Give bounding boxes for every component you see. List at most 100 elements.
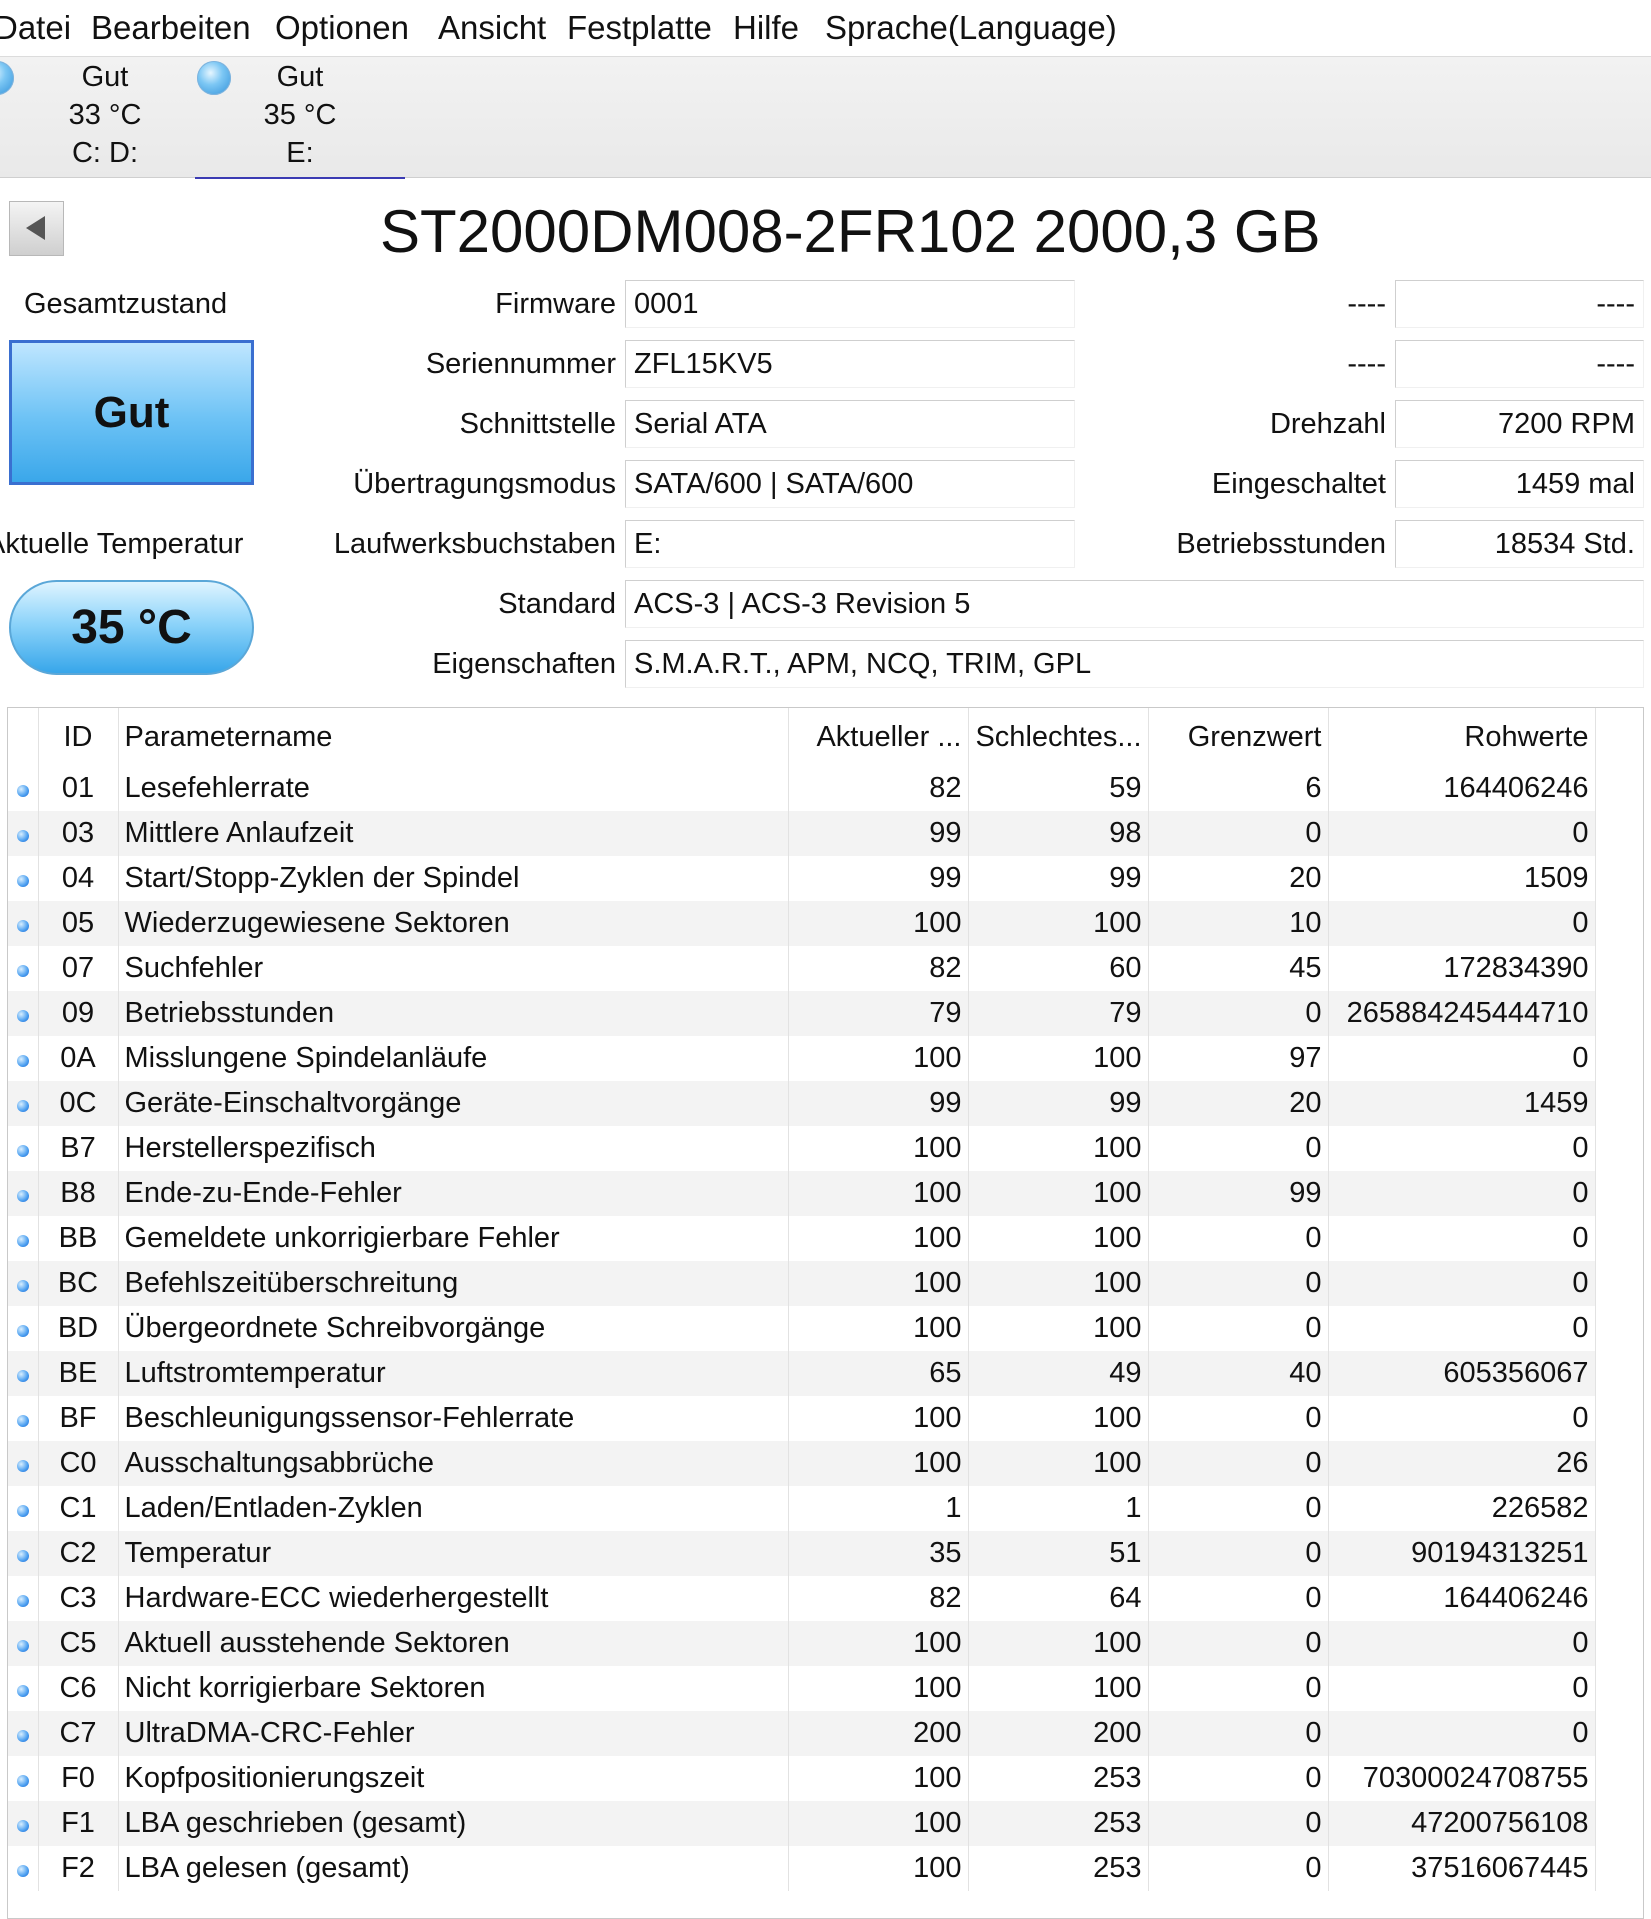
threshold-value: 0 <box>1148 1486 1329 1531</box>
menu-ansicht[interactable]: Ansicht <box>438 6 546 50</box>
attribute-id: B8 <box>38 1171 119 1216</box>
status-cell <box>8 1306 39 1351</box>
worst-value: 253 <box>968 1846 1149 1891</box>
threshold-value: 97 <box>1148 1036 1329 1081</box>
attribute-id: 07 <box>38 946 119 991</box>
table-row[interactable]: BE Luftstromtemperatur 65 49 40 605356067 <box>8 1351 1596 1396</box>
table-row[interactable]: C5 Aktuell ausstehende Sektoren 100 100 0 0 <box>8 1621 1596 1666</box>
current-value: 200 <box>788 1711 969 1756</box>
drive-letter-field: E: <box>625 520 1075 568</box>
column-header-status[interactable] <box>8 708 39 766</box>
table-row[interactable]: 09 Betriebsstunden 79 79 0 265884245444710 <box>8 991 1596 1036</box>
threshold-value: 99 <box>1148 1171 1329 1216</box>
menu-datei[interactable]: Datei <box>0 6 71 50</box>
table-row[interactable]: 07 Suchfehler 82 60 45 172834390 <box>8 946 1596 991</box>
status-cell <box>8 1216 39 1261</box>
raw-value: 164406246 <box>1328 1576 1596 1621</box>
table-row[interactable]: C3 Hardware-ECC wiederhergestellt 82 64 0 164… <box>8 1576 1596 1621</box>
worst-value: 100 <box>968 1441 1149 1486</box>
table-row[interactable]: BF Beschleunigungssensor-Fehlerrate 100 100… <box>8 1396 1596 1441</box>
serial-field: ZFL15KV5 <box>625 340 1075 388</box>
previous-disk-button[interactable] <box>9 201 64 256</box>
attribute-id: 04 <box>38 856 119 901</box>
menu-optionen[interactable]: Optionen <box>275 6 409 50</box>
table-row[interactable]: 05 Wiederzugewiesene Sektoren 100 100 10 0 <box>8 901 1596 946</box>
table-row[interactable]: BB Gemeldete unkorrigierbare Fehler 100 100… <box>8 1216 1596 1261</box>
column-header-worst[interactable]: Schlechtes... <box>968 708 1149 766</box>
rotation-label: Drehzahl <box>1269 408 1386 440</box>
current-value: 100 <box>788 1666 969 1711</box>
table-row[interactable]: F0 Kopfpositionierungszeit 100 253 0 70300024… <box>8 1756 1596 1801</box>
attribute-id: C1 <box>38 1486 119 1531</box>
temperature-status-button[interactable]: 35 °C <box>9 580 254 675</box>
table-row[interactable]: 03 Mittlere Anlaufzeit 99 98 0 0 <box>8 811 1596 856</box>
smart-attributes-table[interactable]: ID Parametername Aktueller ... Schlechte… <box>7 707 1644 1919</box>
menu-sprache[interactable]: Sprache(Language) <box>825 6 1117 50</box>
drive-tab-e[interactable]: Gut 35 °C E: <box>195 57 405 179</box>
firmware-label: Firmware <box>495 288 616 320</box>
table-row[interactable]: C0 Ausschaltungsabbrüche 100 100 0 26 <box>8 1441 1596 1486</box>
table-row[interactable]: 01 Lesefehlerrate 82 59 6 164406246 <box>8 766 1596 811</box>
current-value: 79 <box>788 991 969 1036</box>
status-dot-icon <box>16 1775 29 1787</box>
disk-title: ST2000DM008-2FR102 2000,3 GB <box>380 198 1321 265</box>
table-row[interactable]: F2 LBA gelesen (gesamt) 100 253 0 37516067445 <box>8 1846 1596 1891</box>
status-dot-icon <box>16 1325 29 1337</box>
attribute-id: BD <box>38 1306 119 1351</box>
worst-value: 100 <box>968 1036 1149 1081</box>
raw-value: 0 <box>1328 1126 1596 1171</box>
threshold-value: 0 <box>1148 1306 1329 1351</box>
column-header-id[interactable]: ID <box>38 708 119 766</box>
current-value: 35 <box>788 1531 969 1576</box>
table-row[interactable]: B7 Herstellerspezifisch 100 100 0 0 <box>8 1126 1596 1171</box>
status-dot-icon <box>16 1460 29 1472</box>
standard-field: ACS-3 | ACS-3 Revision 5 <box>625 580 1644 628</box>
table-row[interactable]: 04 Start/Stopp-Zyklen der Spindel 99 99 20 15… <box>8 856 1596 901</box>
threshold-value: 0 <box>1148 1666 1329 1711</box>
table-row[interactable]: C2 Temperatur 35 51 0 90194313251 <box>8 1531 1596 1576</box>
drive-status: Gut <box>81 61 129 93</box>
current-value: 82 <box>788 1576 969 1621</box>
menu-festplatte[interactable]: Festplatte <box>567 6 712 50</box>
raw-value: 0 <box>1328 1171 1596 1216</box>
health-status-button[interactable]: Gut <box>9 340 254 485</box>
raw-value: 0 <box>1328 811 1596 856</box>
attribute-name: UltraDMA-CRC-Fehler <box>118 1711 789 1756</box>
table-row[interactable]: BC Befehlszeitüberschreitung 100 100 0 0 <box>8 1261 1596 1306</box>
status-cell <box>8 1396 39 1441</box>
table-row[interactable]: 0C Geräte-Einschaltvorgänge 99 99 20 1459 <box>8 1081 1596 1126</box>
column-header-name[interactable]: Parametername <box>118 708 789 766</box>
worst-value: 100 <box>968 1126 1149 1171</box>
attribute-name: Herstellerspezifisch <box>118 1126 789 1171</box>
drive-letters: C: D: <box>71 137 139 169</box>
table-row[interactable]: C7 UltraDMA-CRC-Fehler 200 200 0 0 <box>8 1711 1596 1756</box>
table-row[interactable]: F1 LBA geschrieben (gesamt) 100 253 0 4720075… <box>8 1801 1596 1846</box>
table-row[interactable]: BD Übergeordnete Schreibvorgänge 100 100 0 0 <box>8 1306 1596 1351</box>
table-row[interactable]: 0A Misslungene Spindelanläufe 100 100 97 0 <box>8 1036 1596 1081</box>
column-header-raw[interactable]: Rohwerte <box>1328 708 1596 766</box>
menu-hilfe[interactable]: Hilfe <box>733 6 799 50</box>
threshold-value: 20 <box>1148 1081 1329 1126</box>
worst-value: 200 <box>968 1711 1149 1756</box>
table-row[interactable]: C1 Laden/Entladen-Zyklen 1 1 0 226582 <box>8 1486 1596 1531</box>
attribute-id: C6 <box>38 1666 119 1711</box>
unused-field-1: ---- <box>1395 280 1644 328</box>
status-cell <box>8 811 39 856</box>
raw-value: 265884245444710 <box>1328 991 1596 1036</box>
menu-bearbeiten[interactable]: Bearbeiten <box>91 6 251 50</box>
worst-value: 100 <box>968 1261 1149 1306</box>
attribute-name: Temperatur <box>118 1531 789 1576</box>
threshold-value: 40 <box>1148 1351 1329 1396</box>
table-row[interactable]: B8 Ende-zu-Ende-Fehler 100 100 99 0 <box>8 1171 1596 1216</box>
table-row[interactable]: C6 Nicht korrigierbare Sektoren 100 100 0 0 <box>8 1666 1596 1711</box>
drive-tab-cd[interactable]: Gut 33 °C C: D: <box>0 57 190 177</box>
attribute-name: Nicht korrigierbare Sektoren <box>118 1666 789 1711</box>
column-header-current[interactable]: Aktueller ... <box>788 708 969 766</box>
attribute-name: Geräte-Einschaltvorgänge <box>118 1081 789 1126</box>
status-cell <box>8 1711 39 1756</box>
drive-temperature: 35 °C <box>263 99 337 131</box>
threshold-value: 0 <box>1148 1756 1329 1801</box>
serial-label: Seriennummer <box>425 348 616 380</box>
column-header-threshold[interactable]: Grenzwert <box>1148 708 1329 766</box>
attribute-name: Ausschaltungsabbrüche <box>118 1441 789 1486</box>
